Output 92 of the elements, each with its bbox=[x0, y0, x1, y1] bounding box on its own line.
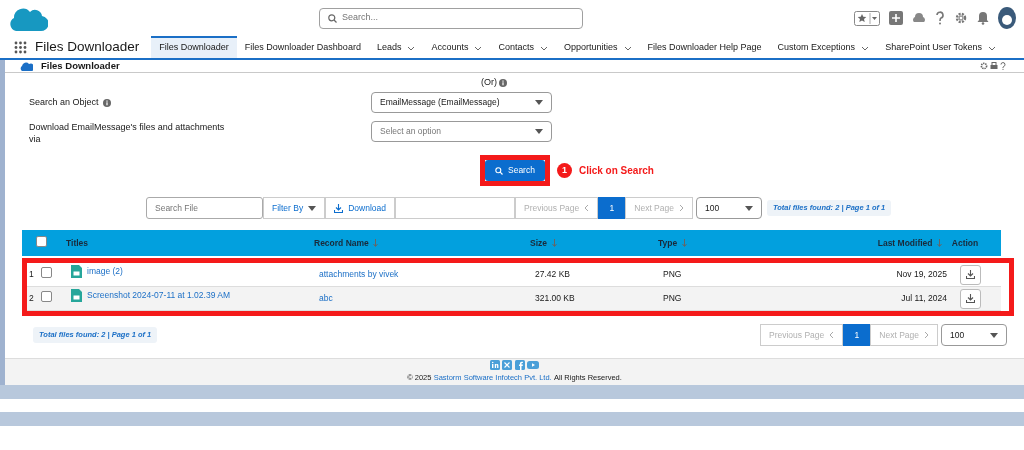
cloud-icon[interactable] bbox=[912, 11, 926, 25]
chevron-left-icon bbox=[584, 204, 590, 213]
linkedin-icon[interactable] bbox=[490, 360, 501, 371]
dropdown-arrow-icon bbox=[308, 205, 317, 211]
column-header[interactable]: Record Name bbox=[314, 236, 369, 250]
sort-arrow-icon[interactable] bbox=[373, 239, 379, 248]
sort-arrow-icon[interactable] bbox=[937, 239, 942, 248]
search-icon bbox=[328, 13, 337, 23]
chevron-right-icon bbox=[679, 204, 684, 213]
info-icon bbox=[103, 98, 112, 107]
download-button[interactable]: Download bbox=[325, 197, 395, 220]
x-logo-icon[interactable] bbox=[502, 360, 513, 371]
nav-tab[interactable]: Opportunities bbox=[556, 36, 640, 58]
row-checkbox[interactable] bbox=[41, 291, 52, 303]
chevron-down-icon bbox=[988, 45, 996, 51]
search-icon bbox=[495, 166, 503, 175]
facebook-icon[interactable] bbox=[514, 360, 525, 371]
help-icon[interactable] bbox=[935, 11, 945, 25]
page-title: Files Downloader bbox=[41, 58, 120, 73]
download-icon bbox=[334, 203, 344, 213]
table-cell-text: PNG bbox=[663, 292, 683, 305]
sort-arrow-icon[interactable] bbox=[551, 239, 557, 248]
bell-icon[interactable] bbox=[977, 11, 989, 25]
column-header[interactable]: Type bbox=[658, 236, 678, 250]
add-icon[interactable] bbox=[889, 11, 903, 25]
table-cell-text: PNG bbox=[663, 268, 683, 281]
info-icon bbox=[499, 79, 508, 87]
page-size-select[interactable]: 100 bbox=[941, 324, 1007, 347]
table-cell: Jul 11, 2024 bbox=[901, 292, 947, 305]
download-row-button[interactable] bbox=[959, 264, 981, 285]
search-button[interactable]: Search bbox=[485, 160, 545, 182]
cloud-logo-icon bbox=[19, 61, 33, 71]
search-file-field[interactable]: Search File bbox=[146, 197, 263, 220]
nav-tab[interactable]: Files Downloader Help Page bbox=[639, 36, 770, 58]
page-number-button[interactable]: 1 bbox=[843, 324, 871, 347]
nav-tab[interactable]: SharePoint User Tokens bbox=[877, 36, 1004, 58]
nav-tab[interactable]: Leads bbox=[368, 36, 424, 58]
settings-icon[interactable] bbox=[954, 11, 968, 25]
row-number: 1 bbox=[28, 268, 35, 281]
help-icon[interactable] bbox=[1000, 62, 1006, 70]
column-header[interactable]: Size bbox=[530, 236, 547, 250]
column-header: Action bbox=[951, 236, 979, 250]
youtube-icon[interactable] bbox=[526, 360, 539, 371]
dropdown-arrow-icon bbox=[535, 100, 543, 105]
dropdown-arrow-icon bbox=[535, 129, 543, 134]
nav-tab[interactable]: Accounts bbox=[423, 36, 491, 58]
chevron-down-icon bbox=[474, 45, 483, 51]
callout-text: Click on Search bbox=[578, 164, 654, 179]
select-all-checkbox[interactable] bbox=[36, 235, 47, 247]
dropdown-arrow-icon bbox=[745, 205, 753, 211]
table-cell: Nov 19, 2025 bbox=[896, 268, 947, 281]
printer-icon[interactable] bbox=[989, 62, 998, 70]
nav-tab[interactable]: Files Downloader Dashboard bbox=[236, 36, 369, 58]
page-number-button[interactable]: 1 bbox=[598, 197, 626, 220]
chevron-down-icon bbox=[623, 45, 632, 51]
nav-tab[interactable]: Contacts bbox=[490, 36, 556, 58]
nav-tab[interactable]: Files Downloader bbox=[151, 36, 237, 58]
step-number: 1 bbox=[556, 163, 572, 179]
column-header: Titles bbox=[66, 236, 89, 250]
filter-button[interactable]: Filter By bbox=[263, 197, 326, 220]
chevron-left-icon bbox=[829, 331, 835, 340]
file-title-link[interactable]: image (2) bbox=[87, 265, 123, 278]
sort-arrow-icon[interactable] bbox=[681, 239, 687, 248]
chevron-down-icon bbox=[861, 45, 870, 51]
record-name-link[interactable]: abc bbox=[319, 292, 333, 305]
chevron-down-icon bbox=[540, 45, 548, 51]
download-icon bbox=[965, 294, 975, 304]
chevron-down-icon bbox=[407, 45, 416, 51]
column-header[interactable]: Last Modified bbox=[877, 236, 933, 250]
app-name: Files Downloader bbox=[35, 37, 140, 56]
file-title-link[interactable]: Screenshot 2024-07-11 at 1.02.39 AM bbox=[87, 289, 231, 302]
download-row-button[interactable] bbox=[959, 288, 981, 309]
table-cell-text: 321.00 KB bbox=[535, 292, 576, 305]
or-label: (Or) bbox=[481, 76, 497, 90]
image-file-icon bbox=[71, 265, 82, 279]
field-label: Download EmailMessage's files and attachments via bbox=[29, 121, 226, 146]
page-size-select[interactable]: 100 bbox=[696, 197, 762, 220]
table-cell-text: 27.42 KB bbox=[535, 268, 571, 281]
select-field[interactable]: Select an option bbox=[371, 121, 552, 142]
dropdown-arrow-icon bbox=[990, 332, 998, 338]
field-label: Search an Object bbox=[29, 96, 99, 109]
row-number: 2 bbox=[28, 292, 35, 305]
settings-icon[interactable] bbox=[979, 62, 988, 70]
record-name-link[interactable]: attachments by vivek bbox=[319, 268, 399, 281]
app-launcher-icon[interactable] bbox=[14, 40, 27, 54]
nav-tab[interactable]: Custom Exceptions bbox=[769, 36, 878, 58]
select-field[interactable]: EmailMessage (EmailMessage) bbox=[371, 92, 552, 113]
download-icon bbox=[965, 270, 975, 280]
row-checkbox[interactable] bbox=[41, 267, 52, 279]
chevron-right-icon bbox=[924, 331, 929, 340]
global-search-bar[interactable]: Search... bbox=[319, 7, 583, 29]
avatar-icon[interactable] bbox=[998, 7, 1016, 29]
